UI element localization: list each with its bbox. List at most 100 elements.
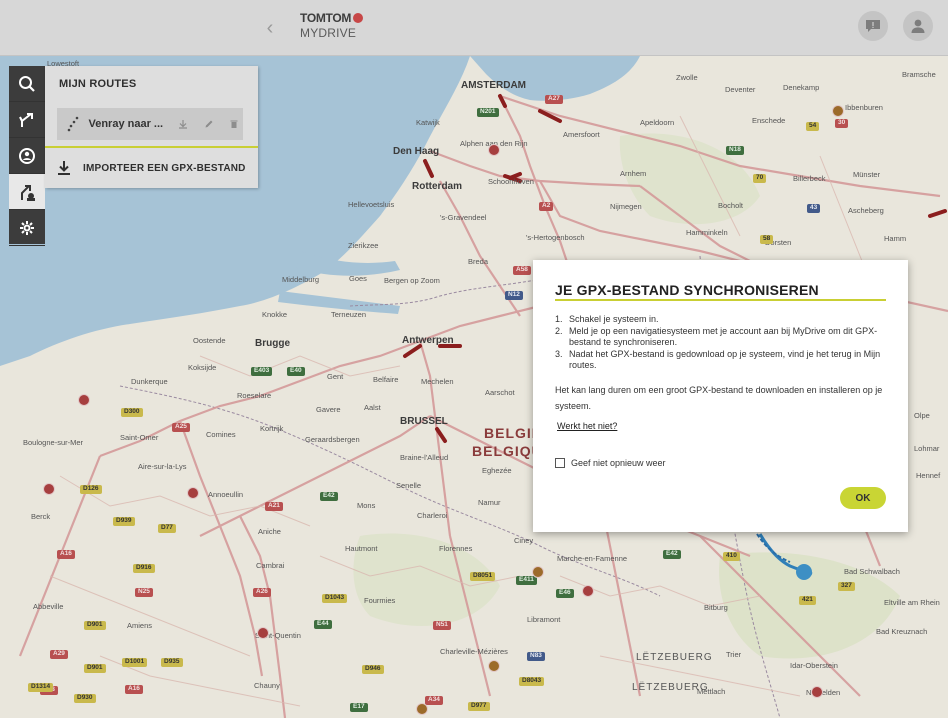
chat-icon — [866, 20, 880, 32]
road-shield: D935 — [161, 658, 183, 667]
roadwork-icon[interactable] — [532, 566, 544, 578]
feedback-button[interactable] — [858, 11, 888, 41]
map-label: Abbeville — [33, 602, 64, 611]
road-shield: D901 — [84, 664, 106, 673]
edit-icon[interactable] — [200, 115, 218, 133]
road-shield: A21 — [265, 502, 283, 511]
sidebar-item-search[interactable] — [9, 66, 45, 102]
account-button[interactable] — [903, 11, 933, 41]
route-list-item[interactable]: Venray naar ... — [57, 108, 243, 140]
road-shield: A16 — [125, 685, 143, 694]
map-label: Arnhem — [620, 169, 647, 178]
road-shield: 58 — [760, 235, 774, 244]
dialog-title-underline — [555, 299, 886, 301]
tomtom-logo[interactable]: TOMTOM MYDRIVE — [300, 12, 380, 42]
road-shield: N18 — [726, 146, 744, 155]
map-label: Olpe — [914, 411, 930, 420]
places-icon — [19, 147, 35, 164]
map-label: Deventer — [725, 85, 756, 94]
incident-icon[interactable] — [78, 394, 90, 406]
ok-button[interactable]: OK — [840, 487, 886, 509]
map-label: Mons — [357, 501, 376, 510]
dialog-note: Het kan lang duren om een groot GPX-best… — [555, 385, 883, 411]
import-gpx-button[interactable]: IMPORTEER EEN GPX-BESTAND — [57, 156, 247, 180]
step-number: 1. — [555, 314, 563, 324]
sidebar-item-settings[interactable] — [9, 210, 45, 246]
map-label: Hautmont — [345, 544, 378, 553]
road-shield: E44 — [314, 620, 332, 629]
road-shield: E42 — [320, 492, 338, 501]
incident-icon[interactable] — [488, 144, 500, 156]
map-label: AMSTERDAM — [461, 80, 526, 91]
map-label: Antwerpen — [402, 335, 454, 346]
help-link[interactable]: Werkt het niet? — [557, 421, 617, 431]
sidebar-item-my-routes[interactable] — [9, 174, 45, 210]
map-label: Denekamp — [783, 83, 820, 92]
dialog-title: JE GPX-BESTAND SYNCHRONISEREN — [555, 282, 819, 298]
map-label: Ibbenburen — [845, 103, 883, 112]
road-shield: D77 — [158, 524, 176, 533]
incident-icon[interactable] — [43, 483, 55, 495]
road-shield: D939 — [113, 517, 135, 526]
step-number: 2. — [555, 325, 563, 336]
incident-icon[interactable] — [811, 686, 823, 698]
step-text: Nadat het GPX-bestand is gedownload op j… — [569, 348, 881, 371]
road-shield: E40 — [287, 367, 305, 376]
map-label: Terneuzen — [331, 310, 367, 319]
incident-icon[interactable] — [257, 627, 269, 639]
road-shield: D126 — [80, 485, 102, 494]
map-label: Rotterdam — [412, 181, 463, 192]
map-label: Geraardsbergen — [305, 435, 360, 444]
map-label: Hennef — [916, 471, 941, 480]
road-shield: D930 — [74, 694, 96, 703]
map-label: Saint-Omer — [120, 433, 159, 442]
roadwork-icon[interactable] — [832, 105, 844, 117]
route-name: Venray naar ... — [88, 118, 164, 130]
incident-icon[interactable] — [582, 585, 594, 597]
dialog-steps: 1. Schakel je systeem in. 2. Meld je op ee… — [555, 314, 889, 372]
incident-icon[interactable] — [187, 487, 199, 499]
road-shield: 70 — [753, 174, 767, 183]
map-label: Ascheberg — [848, 206, 884, 215]
road-shield: D916 — [133, 564, 155, 573]
map-label: Amiens — [127, 621, 153, 630]
road-shield: D1043 — [322, 594, 348, 603]
map-label: Lohmar — [914, 444, 940, 453]
route-planner-icon — [19, 112, 33, 127]
sidebar-item-route-planner[interactable] — [9, 102, 45, 138]
road-shield: 327 — [838, 582, 855, 591]
map-label: Florennes — [439, 544, 473, 553]
logo-dot-icon — [353, 12, 364, 23]
road-shield: 54 — [806, 122, 820, 131]
road-shield: D300 — [121, 408, 143, 417]
road-shield: 30 — [835, 119, 849, 128]
delete-icon[interactable] — [225, 115, 243, 133]
road-shield: D946 — [362, 665, 384, 674]
road-shield: E46 — [556, 589, 574, 598]
sidebar-item-places[interactable] — [9, 138, 45, 174]
map-label: Boulogne-sur-Mer — [23, 438, 84, 447]
dialog-step: 1. Schakel je systeem in. — [555, 314, 889, 326]
map-label: Nijmegen — [610, 202, 642, 211]
map-label: Katwijk — [416, 118, 440, 127]
road-shield: A27 — [545, 95, 563, 104]
import-gpx-label: IMPORTEER EEN GPX-BESTAND — [83, 162, 246, 174]
map-label: Bad Kreuznach — [876, 627, 928, 636]
map-label: Gavere — [316, 405, 341, 414]
map-label: Koksijde — [188, 363, 217, 372]
road-shield: E42 — [663, 550, 681, 559]
roadwork-icon[interactable] — [416, 703, 428, 715]
chevron-left-icon[interactable]: ‹ — [262, 17, 278, 39]
dont-show-again-checkbox[interactable]: Geef niet opnieuw weer — [555, 458, 666, 468]
map-label: Mettlach — [697, 687, 726, 696]
roadwork-icon[interactable] — [488, 660, 500, 672]
map-label: Annoeullin — [208, 490, 244, 499]
brand-name: TOMTOM — [300, 11, 352, 25]
map-label: Senelle — [396, 481, 422, 490]
road-shield: N201 — [477, 108, 499, 117]
checkbox-box[interactable] — [555, 458, 565, 468]
road-shield: D1314 — [28, 683, 54, 692]
road-shield: D977 — [468, 702, 490, 711]
download-icon[interactable] — [174, 115, 192, 133]
map-label: Trier — [726, 650, 742, 659]
